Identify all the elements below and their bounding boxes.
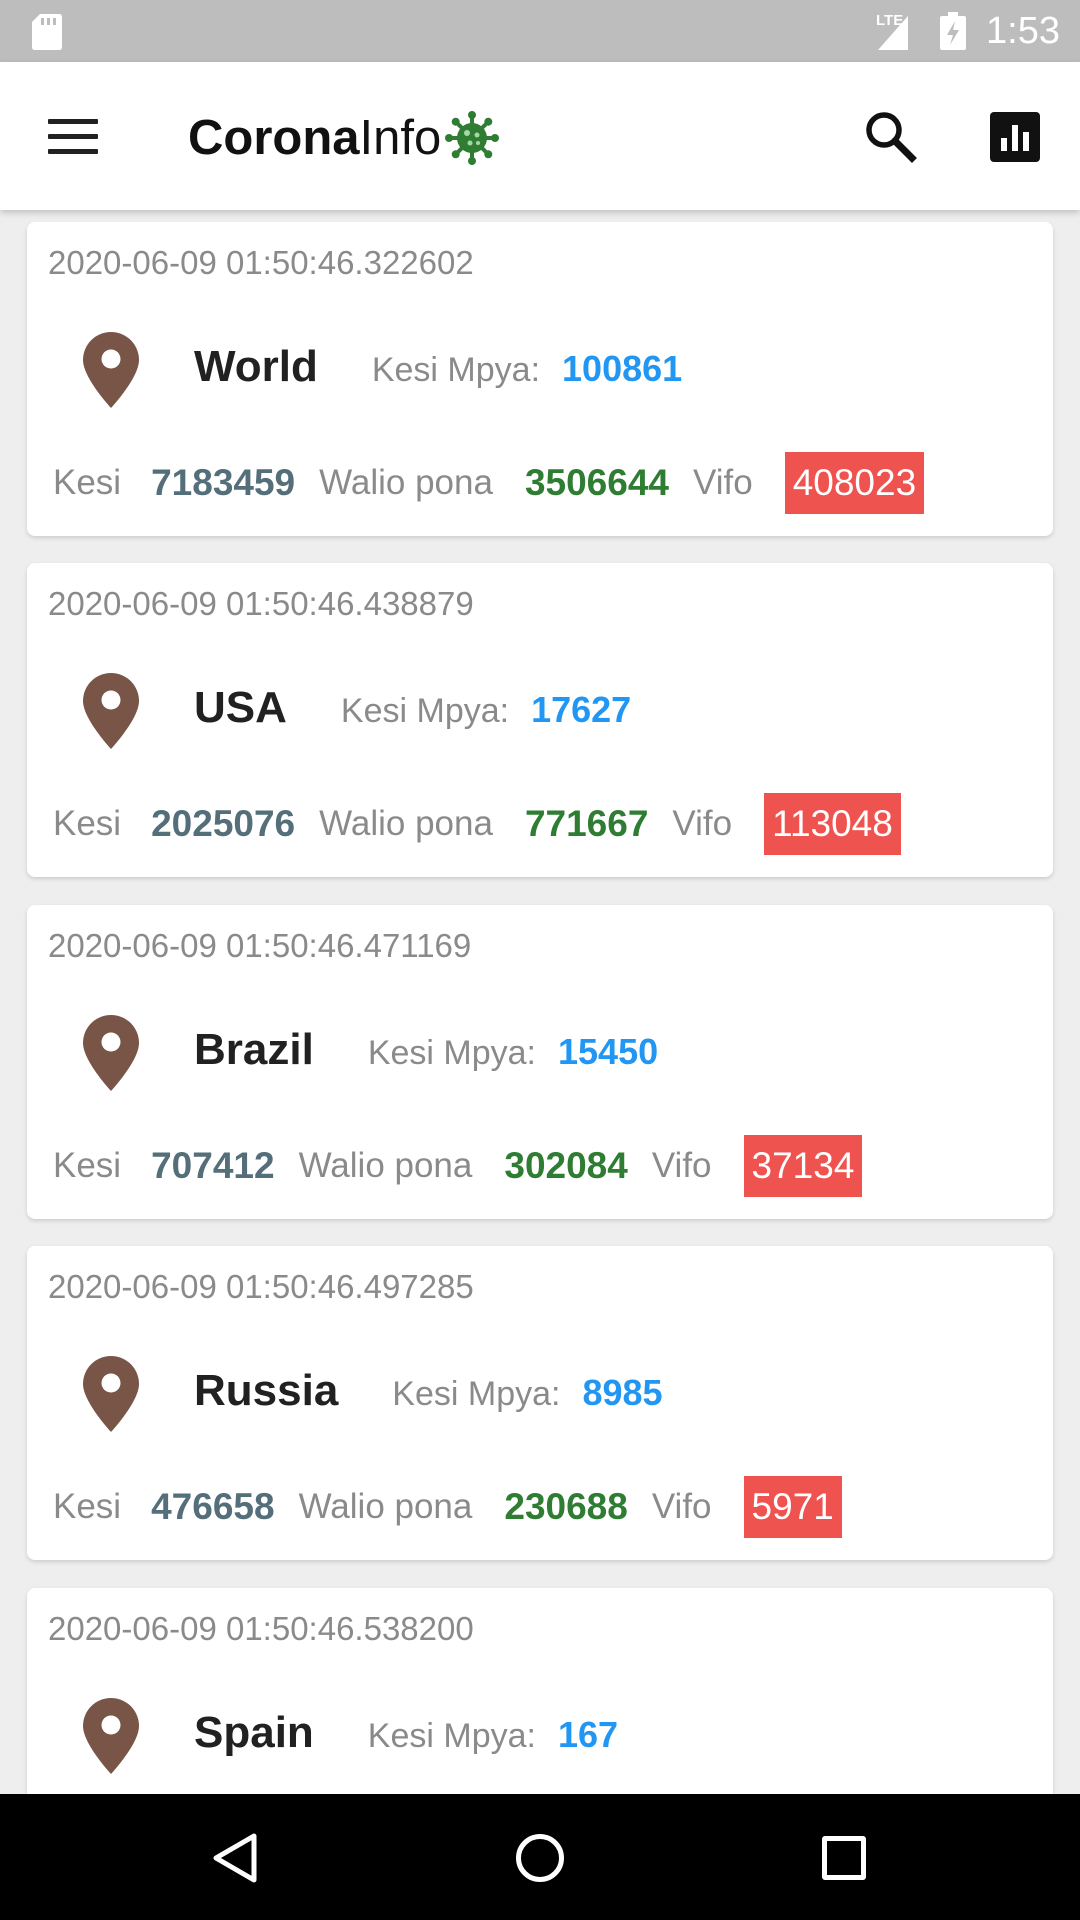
brand-bold: Corona xyxy=(188,111,360,165)
country-list[interactable]: 2020-06-09 01:50:46.322602 World Kesi Mp… xyxy=(0,222,1080,1794)
new-cases-value: 17627 xyxy=(531,689,632,730)
navigation-bar xyxy=(0,1794,1080,1920)
country-row: USA Kesi Mpya: 17627 xyxy=(194,683,631,733)
signal-icon xyxy=(878,16,908,50)
cases-value: 7183459 xyxy=(151,462,296,503)
stats-row: Kesi 707412 Walio pona 302084 Vifo 37134 xyxy=(53,1135,863,1197)
deaths-label: Vifo xyxy=(651,1487,712,1526)
home-icon[interactable] xyxy=(516,1834,564,1882)
cases-label: Kesi xyxy=(53,804,122,843)
cases-label: Kesi xyxy=(53,1487,122,1526)
location-pin-icon xyxy=(83,1356,139,1432)
cases-value: 707412 xyxy=(151,1145,275,1186)
stats-row: Kesi 7183459 Walio pona 3506644 Vifo 408… xyxy=(53,452,925,514)
stats-row: Kesi 2025076 Walio pona 771667 Vifo 1130… xyxy=(53,793,901,855)
cases-label: Kesi xyxy=(53,463,122,502)
battery-charging-icon xyxy=(940,12,966,50)
recovered-label: Walio pona xyxy=(319,463,493,502)
recovered-value: 3506644 xyxy=(524,462,669,503)
country-name: World xyxy=(194,342,318,391)
deaths-badge: 113048 xyxy=(764,793,901,855)
virus-icon xyxy=(445,111,500,165)
country-name: Brazil xyxy=(194,1025,314,1074)
back-icon[interactable] xyxy=(210,1832,260,1884)
country-name: USA xyxy=(194,683,287,732)
clock: 1:53 xyxy=(986,10,1060,52)
recovered-value: 302084 xyxy=(504,1145,628,1186)
bar-chart-icon[interactable] xyxy=(990,112,1040,162)
new-cases-value: 8985 xyxy=(582,1372,663,1413)
timestamp: 2020-06-09 01:50:46.471169 xyxy=(48,927,472,964)
country-card-spain[interactable]: 2020-06-09 01:50:46.538200 Spain Kesi Mp… xyxy=(27,1588,1053,1794)
country-name: Spain xyxy=(194,1708,314,1757)
recovered-value: 230688 xyxy=(504,1486,628,1527)
new-cases-label: Kesi Mpya: xyxy=(371,351,541,389)
menu-icon[interactable] xyxy=(40,106,106,166)
stats-row: Kesi 476658 Walio pona 230688 Vifo 5971 xyxy=(53,1476,842,1538)
timestamp: 2020-06-09 01:50:46.322602 xyxy=(48,244,474,281)
deaths-label: Vifo xyxy=(672,804,733,843)
app-bar: Corona Info xyxy=(0,62,1080,210)
location-pin-icon xyxy=(83,1015,139,1091)
country-row: Russia Kesi Mpya: 8985 xyxy=(194,1366,663,1416)
new-cases-label: Kesi Mpya: xyxy=(367,1717,536,1755)
new-cases-label: Kesi Mpya: xyxy=(340,692,510,730)
location-pin-icon xyxy=(83,673,139,749)
timestamp: 2020-06-09 01:50:46.438879 xyxy=(48,585,474,622)
deaths-badge: 5971 xyxy=(743,1476,842,1538)
country-card-brazil[interactable]: 2020-06-09 01:50:46.471169 Brazil Kesi M… xyxy=(27,905,1053,1219)
deaths-badge: 408023 xyxy=(784,452,925,514)
recovered-label: Walio pona xyxy=(319,804,493,843)
timestamp: 2020-06-09 01:50:46.497285 xyxy=(48,1268,474,1305)
deaths-badge: 37134 xyxy=(743,1135,863,1197)
cases-value: 2025076 xyxy=(151,803,296,844)
timestamp: 2020-06-09 01:50:46.538200 xyxy=(48,1610,474,1647)
country-card-world[interactable]: 2020-06-09 01:50:46.322602 World Kesi Mp… xyxy=(27,222,1053,536)
country-row: World Kesi Mpya: 100861 xyxy=(194,342,682,392)
status-bar: LTE 1:53 xyxy=(0,0,1080,62)
search-icon[interactable] xyxy=(862,108,918,164)
new-cases-value: 100861 xyxy=(562,348,683,389)
brand-light: Info xyxy=(359,111,442,165)
cases-value: 476658 xyxy=(151,1486,275,1527)
new-cases-value: 167 xyxy=(557,1714,619,1755)
new-cases-label: Kesi Mpya: xyxy=(392,1375,561,1413)
sd-card-icon xyxy=(32,14,62,50)
location-pin-icon xyxy=(83,332,139,408)
new-cases-value: 15450 xyxy=(558,1031,659,1072)
new-cases-label: Kesi Mpya: xyxy=(367,1034,537,1072)
country-name: Russia xyxy=(194,1366,339,1415)
cases-label: Kesi xyxy=(53,1146,122,1185)
country-row: Spain Kesi Mpya: 167 xyxy=(194,1708,618,1758)
country-row: Brazil Kesi Mpya: 15450 xyxy=(194,1025,658,1075)
recovered-value: 771667 xyxy=(524,803,649,844)
recents-icon[interactable] xyxy=(822,1836,866,1880)
app-title: Corona Info xyxy=(188,110,500,166)
deaths-label: Vifo xyxy=(693,463,753,502)
country-card-russia[interactable]: 2020-06-09 01:50:46.497285 Russia Kesi M… xyxy=(27,1246,1053,1560)
recovered-label: Walio pona xyxy=(298,1146,473,1185)
country-card-usa[interactable]: 2020-06-09 01:50:46.438879 USA Kesi Mpya… xyxy=(27,563,1053,877)
recovered-label: Walio pona xyxy=(298,1487,473,1526)
deaths-label: Vifo xyxy=(651,1146,712,1185)
location-pin-icon xyxy=(83,1698,139,1774)
